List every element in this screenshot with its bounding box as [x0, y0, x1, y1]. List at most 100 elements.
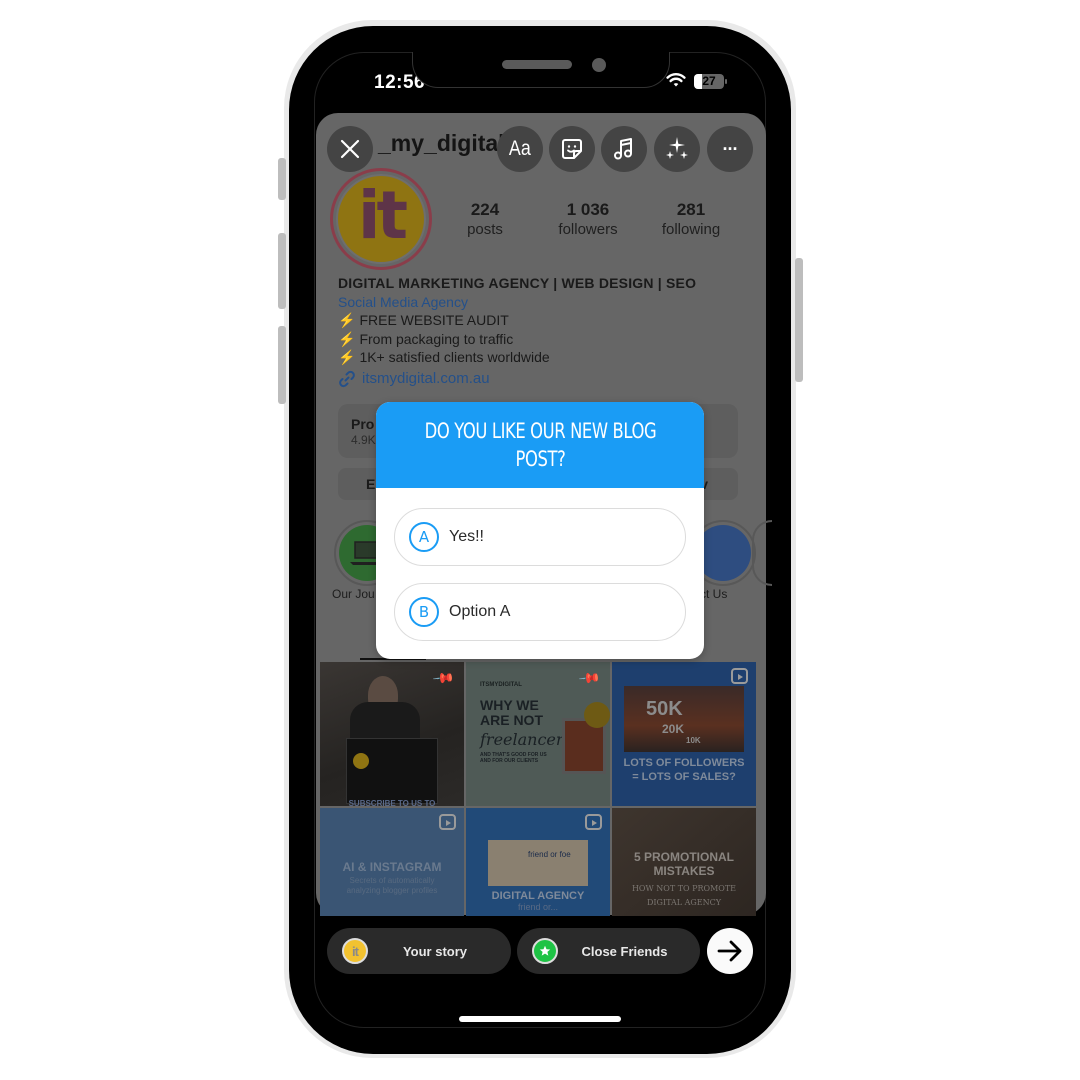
tile-sub: HOW NOT TO PROMOTE DIGITAL AGENCY — [631, 884, 737, 907]
arrow-right-icon — [717, 940, 742, 962]
tile-brand: ITSMYDIGITAL — [480, 682, 522, 688]
effects-button[interactable] — [654, 126, 700, 172]
option-letter-badge: A — [409, 522, 439, 552]
stat-followers: 1 036 followers — [538, 200, 638, 238]
tile-script: freelancers — [480, 730, 572, 749]
grid-post: 📌 SUBSCRIBE TO US TO — [320, 662, 464, 806]
tile-inset: friend or foe — [488, 840, 588, 886]
profile-bio: DIGITAL MARKETING AGENCY | WEB DESIGN | … — [338, 274, 738, 388]
close-button[interactable] — [327, 126, 373, 172]
poll-question[interactable]: DO YOU LIKE OUR NEW BLOG POST? — [424, 417, 656, 473]
more-options-button[interactable]: ··· — [707, 126, 753, 172]
sticker-icon — [562, 139, 582, 159]
stat-label: posts — [467, 221, 503, 238]
highlight-label: ct Us — [700, 587, 728, 601]
stat-label: following — [661, 221, 721, 238]
grid-post: 50K 20K 10K LOTS OF FOLLOWERS = LOTS OF … — [612, 662, 756, 806]
grid-post: ITSMYDIGITAL WHY WE ARE NOT freelancers … — [466, 662, 610, 806]
share-next-button[interactable] — [707, 928, 753, 974]
sticker-button[interactable] — [549, 126, 595, 172]
grid-post: AI & INSTAGRAM Secrets of automatically … — [320, 808, 464, 916]
stat-value: 224 — [470, 200, 500, 219]
reel-icon — [439, 814, 456, 830]
battery-indicator: 27 — [694, 74, 724, 89]
stat-posts: 224 posts — [435, 200, 535, 238]
post-grid: 📌 SUBSCRIBE TO US TO ITSMYDIGITAL WHY WE… — [320, 662, 756, 916]
poll-sticker[interactable]: DO YOU LIKE OUR NEW BLOG POST? A Yes!! B… — [376, 402, 704, 659]
volume-down-button — [278, 326, 286, 404]
stat-value: 281 — [676, 200, 706, 219]
phone-mockup — [346, 738, 438, 804]
reel-icon — [731, 668, 748, 684]
tile-mid: 20K — [662, 722, 685, 736]
mute-switch — [278, 158, 286, 200]
link-icon — [339, 370, 355, 387]
home-indicator[interactable] — [459, 1016, 621, 1022]
profile-username: _my_digital — [378, 130, 505, 156]
tile-big: 50K — [646, 698, 683, 720]
front-camera — [592, 58, 606, 72]
stat-value: 1 036 — [566, 200, 610, 219]
profile-avatar: it — [336, 174, 426, 264]
tile-title: DIGITAL AGENCY — [491, 890, 585, 902]
speaker-grille — [502, 60, 572, 69]
mini-avatar — [353, 753, 369, 769]
close-friends-label: Close Friends — [581, 943, 668, 959]
pin-icon: 📌 — [431, 666, 456, 690]
volume-up-button — [278, 233, 286, 309]
more-icon: ··· — [722, 138, 739, 159]
stat-label: followers — [558, 221, 618, 238]
tile-title: WHY WE ARE NOT — [480, 697, 543, 728]
text-tool-button[interactable]: Aa — [497, 126, 543, 172]
close-friends-button[interactable]: Close Friends — [517, 928, 700, 974]
power-button — [795, 258, 803, 382]
bio-link: itsmydigital.com.au — [338, 370, 738, 389]
avatar-logo: it — [357, 177, 408, 254]
tile-sub: AND THAT'S GOOD FOR US AND FOR OUR CLIEN… — [480, 752, 547, 764]
poll-option-text: Option A — [449, 603, 511, 620]
pin-icon: 📌 — [577, 666, 602, 690]
bio-line: ⚡ 1K+ satisfied clients worldwide — [338, 348, 738, 367]
bio-line-text: 1K+ satisfied clients worldwide — [359, 349, 550, 365]
lightning-icon: ⚡ — [338, 312, 356, 328]
tile-sub: friend or... — [517, 902, 559, 912]
poll-option-text: Yes!! — [449, 528, 484, 545]
notch — [412, 52, 670, 88]
highlight-label: Our Jou — [332, 587, 375, 601]
tile-small: 10K — [686, 736, 701, 745]
wifi-icon — [666, 73, 686, 87]
stat-following: 281 following — [641, 200, 741, 238]
tile-title: LOTS OF FOLLOWERS = LOTS OF SALES? — [623, 757, 745, 783]
poll-header: DO YOU LIKE OUR NEW BLOG POST? — [376, 402, 704, 488]
poll-question-line: POST? — [515, 447, 565, 471]
grid-post: friend or foe DIGITAL AGENCY friend or..… — [466, 808, 610, 916]
tile-title: 5 PROMOTIONAL MISTAKES — [633, 850, 734, 878]
bulb-graphic — [584, 702, 610, 728]
bio-line: ⚡ FREE WEBSITE AUDIT — [338, 311, 738, 330]
bio-line: ⚡ From packaging to traffic — [338, 330, 738, 349]
poll-option-b[interactable]: B Option A — [394, 583, 686, 641]
bio-title: DIGITAL MARKETING AGENCY | WEB DESIGN | … — [338, 275, 697, 291]
lightning-icon: ⚡ — [338, 330, 356, 347]
close-icon — [340, 139, 360, 159]
lightning-icon: ⚡ — [338, 349, 356, 365]
tile-caption: SUBSCRIBE TO US TO — [348, 799, 436, 806]
bio-category: Social Media Agency — [338, 293, 468, 310]
bio-link-text: itsmydigital.com.au — [362, 369, 490, 387]
your-story-button[interactable]: it Your story — [327, 928, 511, 974]
tile-inset-text: friend or foe — [528, 850, 571, 859]
option-letter-badge: B — [409, 597, 439, 627]
text-tool-icon: Aa — [509, 137, 531, 160]
tile-sub: Secrets of automatically analyzing blogg… — [346, 876, 438, 895]
bio-line-text: From packaging to traffic — [359, 330, 514, 347]
reel-icon — [585, 814, 602, 830]
sparkles-icon — [666, 137, 688, 159]
poll-option-a[interactable]: A Yes!! — [394, 508, 686, 566]
battery-percent: 27 — [702, 74, 716, 88]
grid-post: 5 PROMOTIONAL MISTAKES HOW NOT TO PROMOT… — [612, 808, 756, 916]
dashboard-title: Pro — [351, 416, 375, 432]
edit-profile-label: E — [366, 476, 376, 492]
poll-question-line: DO YOU LIKE OUR NEW BLOG — [424, 419, 656, 443]
music-button[interactable] — [601, 126, 647, 172]
your-story-label: Your story — [402, 943, 468, 959]
